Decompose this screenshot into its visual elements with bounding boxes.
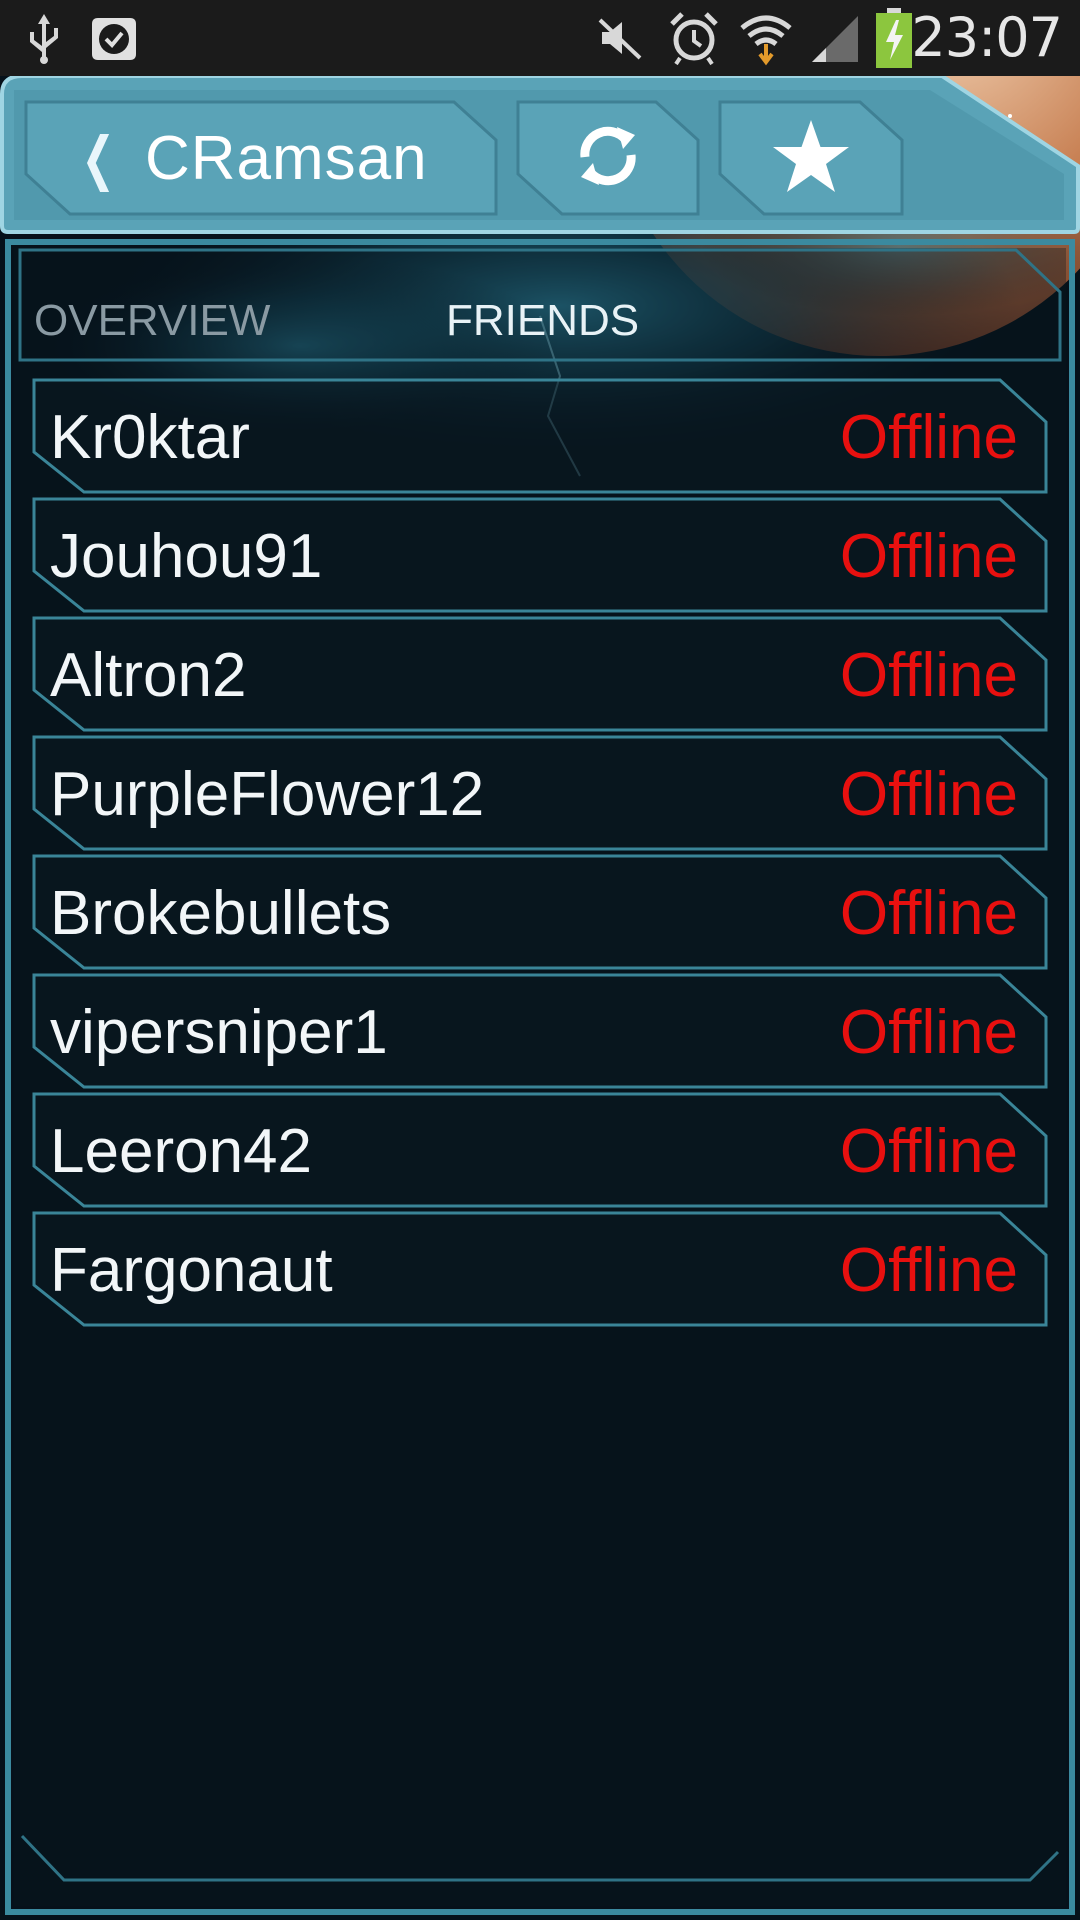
friend-status: Offline [839, 1117, 1018, 1186]
friend-name: Leeron42 [50, 1117, 313, 1186]
refresh-icon [573, 121, 643, 195]
friend-status: Offline [839, 760, 1018, 829]
friend-status: Offline [839, 403, 1018, 472]
friend-name: Jouhou91 [50, 522, 323, 591]
friend-name: Brokebullets [50, 879, 392, 948]
star-icon [771, 118, 851, 198]
friend-row[interactable]: Jouhou91 Offline [32, 497, 1048, 616]
friend-row[interactable]: PurpleFlower12 Offline [32, 735, 1048, 854]
signal-icon [810, 14, 862, 68]
usb-icon [24, 10, 64, 70]
wifi-icon [738, 10, 794, 70]
friend-row[interactable]: Leeron42 Offline [32, 1092, 1048, 1211]
friend-row[interactable]: Fargonaut Offline [32, 1211, 1048, 1330]
friend-status: Offline [839, 998, 1018, 1067]
friend-row[interactable]: Altron2 Offline [32, 616, 1048, 735]
status-bar: 23:07 [0, 0, 1080, 76]
alarm-icon [668, 10, 720, 70]
tab-bar: OVERVIEW FRIENDS [18, 248, 1062, 364]
friend-name: Kr0ktar [50, 403, 250, 472]
friend-row[interactable]: Kr0ktar Offline [32, 378, 1048, 497]
friend-list: Kr0ktar Offline Jouhou91 Offline Altron2… [32, 378, 1048, 1330]
friend-status: Offline [839, 1236, 1018, 1305]
friend-row[interactable]: Brokebullets Offline [32, 854, 1048, 973]
friend-status: Offline [839, 641, 1018, 710]
app-screen: 23:07 ❮ CRamsan OVERVIEW FRIENDS Kr0ktar… [0, 0, 1080, 1920]
friend-name: vipersniper1 [50, 998, 388, 1067]
friend-status: Offline [839, 879, 1018, 948]
tab-overview[interactable]: OVERVIEW [34, 296, 270, 346]
friend-name: PurpleFlower12 [50, 760, 485, 829]
status-time: 23:07 [911, 6, 1063, 69]
refresh-button[interactable] [516, 100, 700, 216]
battery-charging-icon [876, 8, 912, 72]
checkmark-notification-icon [88, 12, 140, 68]
favorite-button[interactable] [718, 100, 904, 216]
friend-row[interactable]: vipersniper1 Offline [32, 973, 1048, 1092]
friend-status: Offline [839, 522, 1018, 591]
friend-name: Altron2 [50, 641, 247, 710]
page-title: CRamsan [144, 123, 428, 193]
friend-name: Fargonaut [50, 1236, 333, 1305]
mute-icon [596, 14, 644, 66]
back-button[interactable]: ❮ CRamsan [24, 100, 498, 216]
tab-friends[interactable]: FRIENDS [446, 296, 639, 346]
chevron-left-icon: ❮ [81, 124, 116, 192]
